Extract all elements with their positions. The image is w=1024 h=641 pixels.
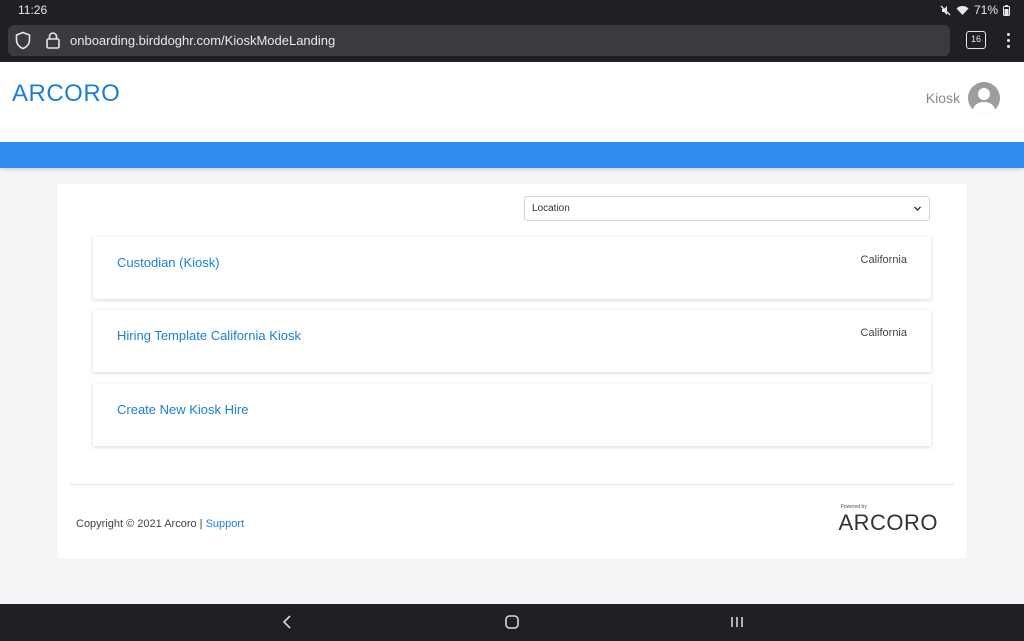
menu-dots-icon[interactable] bbox=[1002, 31, 1014, 51]
mute-icon bbox=[940, 5, 951, 15]
location-select[interactable]: Location bbox=[524, 196, 930, 221]
location-select-value: Location bbox=[532, 203, 570, 214]
template-location: California bbox=[860, 254, 907, 266]
wifi-icon bbox=[956, 5, 969, 15]
battery-level: 71% bbox=[973, 3, 998, 17]
nav-strip bbox=[0, 142, 1024, 168]
footer-copyright: Copyright © 2021 Arcoro | Support bbox=[76, 518, 244, 530]
browser-toolbar: onboarding.birddoghr.com/KioskModeLandin… bbox=[0, 22, 1024, 62]
battery-icon bbox=[1003, 4, 1010, 16]
template-location: California bbox=[860, 327, 907, 339]
status-time: 11:26 bbox=[18, 3, 48, 17]
copyright-text: Copyright © 2021 Arcoro | bbox=[76, 518, 206, 530]
url-text[interactable]: onboarding.birddoghr.com/KioskModeLandin… bbox=[70, 33, 335, 48]
back-icon[interactable] bbox=[281, 614, 293, 630]
template-title-link[interactable]: Hiring Template California Kiosk bbox=[117, 328, 301, 343]
status-icons: 71% bbox=[940, 3, 1010, 17]
support-link[interactable]: Support bbox=[206, 518, 245, 530]
arcoro-footer-logo: ARCORO bbox=[838, 510, 938, 535]
system-nav-bar bbox=[0, 604, 1024, 641]
app-header: ARCORO Kiosk bbox=[0, 62, 1024, 142]
footer-divider bbox=[70, 484, 954, 485]
home-icon[interactable] bbox=[504, 614, 520, 630]
shield-icon[interactable] bbox=[14, 31, 32, 50]
powered-by-logo: Powered by ARCORO bbox=[838, 504, 938, 536]
status-bar: 11:26 71% bbox=[0, 0, 1024, 22]
user-name[interactable]: Kiosk bbox=[926, 90, 960, 106]
kiosk-landing-panel: Location Custodian (Kiosk) California Hi… bbox=[58, 184, 966, 558]
avatar-icon[interactable] bbox=[968, 82, 1000, 114]
user-menu[interactable]: Kiosk bbox=[926, 82, 1000, 114]
template-title-link[interactable]: Custodian (Kiosk) bbox=[117, 255, 220, 270]
recents-icon[interactable] bbox=[729, 614, 745, 630]
arcoro-logo[interactable]: ARCORO bbox=[12, 80, 120, 108]
create-kiosk-hire-card[interactable]: Create New Kiosk Hire bbox=[93, 384, 931, 446]
template-card[interactable]: Custodian (Kiosk) California bbox=[93, 237, 931, 299]
tab-switcher-button[interactable]: 16 bbox=[966, 31, 986, 49]
lock-icon bbox=[46, 32, 60, 49]
create-kiosk-hire-link[interactable]: Create New Kiosk Hire bbox=[117, 402, 249, 417]
chevron-down-icon bbox=[914, 206, 921, 211]
address-bar[interactable]: onboarding.birddoghr.com/KioskModeLandin… bbox=[8, 25, 950, 56]
template-card[interactable]: Hiring Template California Kiosk Califor… bbox=[93, 310, 931, 372]
